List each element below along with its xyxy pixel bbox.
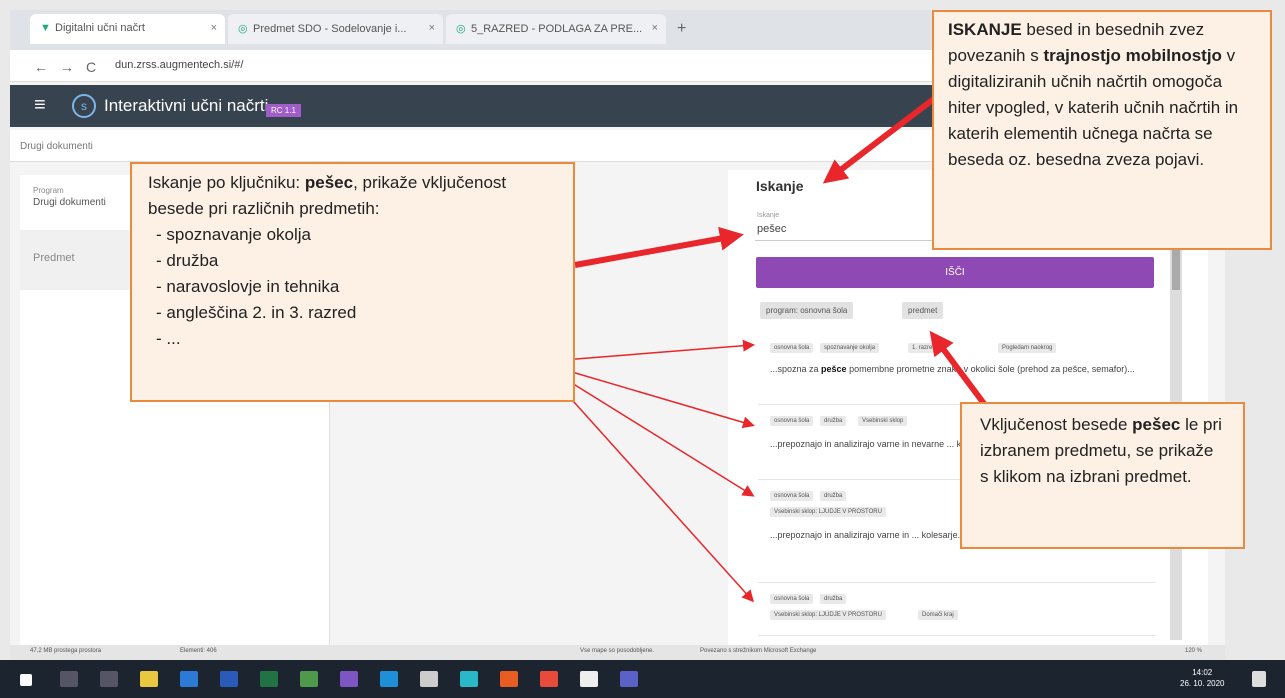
note-left-text: Iskanje po ključniku: pešec, prikaže vkl… [148,170,557,222]
teams-icon[interactable] [620,671,638,687]
search-field-label: Iskanje [757,212,780,219]
result-tag: Pogledam naokrog [998,343,1057,353]
tab-favicon-icon: ◎ [238,23,248,35]
edge-icon[interactable] [180,671,198,687]
result-tag: družba [820,416,847,426]
task-view-icon[interactable] [100,671,118,687]
result-tag: Vsebinski sklop [858,416,908,426]
snippet-text: pomembne prometne znake v okolici šole (… [846,364,1135,374]
clock[interactable]: 14:02 26. 10. 2020 [1180,667,1224,689]
close-icon[interactable]: × [652,22,658,34]
tab-razred[interactable]: ◎ 5_RAZRED - PODLAGA ZA PRE... × [446,14,666,44]
result-tag: spoznavanje okolja [820,343,880,353]
back-icon[interactable]: ← [34,59,48,75]
tab-favicon-icon: ▼ [40,22,51,34]
search-input[interactable]: pešec [757,223,786,235]
word-icon[interactable] [220,671,238,687]
firefox-icon[interactable] [500,671,518,687]
close-icon[interactable]: × [429,22,435,34]
photos-icon[interactable] [420,671,438,687]
start-icon[interactable] [20,674,32,686]
note-text: Vključenost besede [980,415,1133,434]
result-tag: Vsebinski sklop: LJUDJE V PROSTORU [770,610,886,620]
reload-icon[interactable]: C [86,59,96,75]
app-icon[interactable] [340,671,358,687]
result-tag: 1. razred [908,343,940,353]
chip-program[interactable]: program: osnovna šola [760,302,854,319]
note-subject-list: - spoznavanje okolja - družba - naravosl… [148,222,557,352]
note-iskanje: ISKANJE besed in besednih zvez povezanih… [932,10,1272,250]
tab-label: 5_RAZRED - PODLAGA ZA PRE... [471,23,643,35]
app-icon[interactable] [580,671,598,687]
status-elements: Elementi: 406 [180,648,217,654]
clock-date: 26. 10. 2020 [1180,679,1225,688]
snippet-text: ...prepoznajo in analizirajo varne in ne… [770,439,945,449]
note-keyword: ISKANJE [948,20,1022,39]
search-button[interactable]: IŠČI [756,257,1154,288]
status-exchange: Povezano s strežnikom Microsoft Exchange [700,648,817,654]
app-title: Interaktivni učni načrti [104,96,269,115]
excel-icon[interactable] [260,671,278,687]
result-tag: Vsebinski sklop: LJUDJE V PROSTORU [770,507,886,517]
list-item: - spoznavanje okolja [156,225,311,244]
note-keyword: trajnostjo mobilnostjo [1043,46,1222,65]
snippet-text: ...prepoznajo in analizirajo varne in [770,530,910,540]
note-text: Iskanje po ključniku: [148,173,305,192]
forward-icon[interactable]: → [60,59,74,75]
list-item: - družba [156,251,219,270]
list-item: - naravoslovje in tehnika [156,277,340,296]
explorer-icon[interactable] [140,671,158,687]
result-tag: družba [820,594,847,604]
notification-icon[interactable] [1252,671,1266,687]
tab-label: Predmet SDO - Sodelovanje i... [253,23,407,35]
result-tag: osnovna šola [770,416,814,426]
program-select[interactable]: Drugi dokumenti [33,197,106,208]
search-title: Iskanje [756,178,804,194]
clock-time: 14:02 [1192,668,1213,677]
chip-predmet[interactable]: predmet [902,302,944,319]
tab-label: Digitalni učni načrt [55,22,145,34]
result-snippet: ...spozna za pešce pomembne prometne zna… [770,363,1140,376]
scrollbar-thumb[interactable] [1172,250,1180,290]
result-tag: osnovna šola [770,594,814,604]
app-icon[interactable] [300,671,318,687]
snippet-text: ... kolesarje... [909,530,966,540]
tab-digitalni[interactable]: ▼ Digitalni učni načrt × [30,14,225,44]
tab-predmet[interactable]: ◎ Predmet SDO - Sodelovanje i... × [228,14,443,44]
logo-icon: s [72,94,96,118]
hamburger-menu-icon[interactable]: ≡ [34,94,46,117]
tab-favicon-icon: ◎ [456,23,466,35]
program-label: Program [33,186,64,195]
note-keyword: pešec [1132,415,1181,434]
note-keyword: pešec [304,173,354,192]
new-tab-button[interactable]: + [677,20,686,38]
status-folders: Vse mape so posodobljene. [580,648,655,654]
snippet-keyword: pešce [821,364,847,374]
result-card[interactable]: osnovna šola spoznavanje okolja 1. razre… [758,335,1156,405]
chrome-icon[interactable] [540,671,558,687]
zoom-level[interactable]: 120 % [1185,648,1202,654]
app-icon[interactable] [460,671,478,687]
status-free-space: 47,2 MB prostega prostora [30,648,102,654]
snippet-text: ...spozna za [770,364,822,374]
version-badge: RC 1.1 [266,104,301,117]
list-item: - ... [156,329,181,348]
result-card[interactable]: osnovna šola družba Vsebinski sklop: LJU… [758,586,1156,636]
result-tag: družba [820,491,847,501]
app-icon[interactable] [380,671,398,687]
search-icon[interactable] [60,671,78,687]
note-keyword-search: Iskanje po ključniku: pešec, prikaže vkl… [130,162,575,402]
breadcrumb: Drugi dokumenti [20,141,93,152]
note-predmet-click: Vključenost besede pešec le pri izbranem… [960,402,1245,549]
result-tag: Domači kraj [918,610,958,620]
list-item: - angleščina 2. in 3. razred [156,303,357,322]
close-icon[interactable]: × [211,22,217,34]
result-tag: osnovna šola [770,491,814,501]
url-field[interactable]: dun.zrss.augmentech.si/#/ [115,59,243,71]
predmet-select[interactable]: Predmet [33,252,75,264]
result-tag: osnovna šola [770,343,814,353]
